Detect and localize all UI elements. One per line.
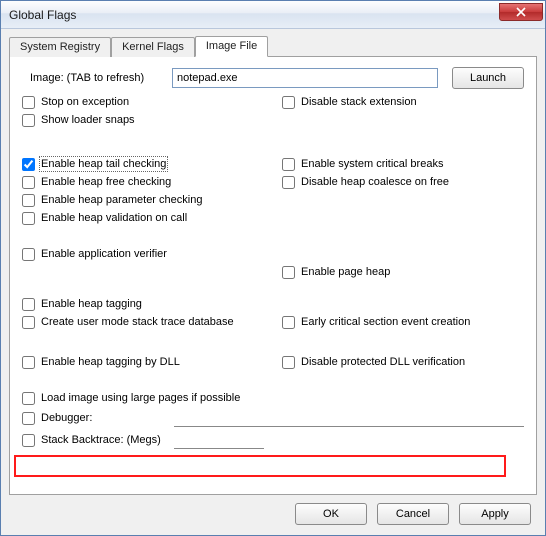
- chk-disable-coalesce[interactable]: Disable heap coalesce on free: [282, 173, 524, 191]
- chk-early-crit[interactable]: Early critical section event creation: [282, 313, 524, 331]
- stack-backtrace-input[interactable]: [174, 431, 264, 449]
- debugger-input[interactable]: [174, 409, 524, 427]
- ok-button[interactable]: OK: [295, 503, 367, 525]
- chk-stack-backtrace[interactable]: Stack Backtrace: (Megs): [22, 431, 174, 449]
- dialog-buttons: OK Cancel Apply: [9, 495, 537, 527]
- tab-strip: System Registry Kernel Flags Image File: [9, 35, 537, 56]
- apply-button[interactable]: Apply: [459, 503, 531, 525]
- chk-heap-tail[interactable]: Enable heap tail checking: [22, 155, 282, 173]
- chk-stop-exception[interactable]: Stop on exception: [22, 93, 282, 111]
- chk-page-heap[interactable]: Enable page heap: [282, 263, 524, 281]
- chk-heap-valid[interactable]: Enable heap validation on call: [22, 209, 282, 227]
- launch-button[interactable]: Launch: [452, 67, 524, 89]
- cancel-button[interactable]: Cancel: [377, 503, 449, 525]
- chk-heap-tag-dll[interactable]: Enable heap tagging by DLL: [22, 353, 282, 371]
- tab-image-file[interactable]: Image File: [195, 36, 268, 57]
- image-label: Image: (TAB to refresh): [22, 72, 172, 84]
- chk-disable-stack-ext[interactable]: Disable stack extension: [282, 93, 524, 111]
- chk-show-loader[interactable]: Show loader snaps: [22, 111, 282, 129]
- chk-user-stack[interactable]: Create user mode stack trace database: [22, 313, 282, 331]
- window-title: Global Flags: [9, 8, 499, 22]
- title-bar: Global Flags: [1, 1, 545, 29]
- chk-heap-free[interactable]: Enable heap free checking: [22, 173, 282, 191]
- chk-sys-crit[interactable]: Enable system critical breaks: [282, 155, 524, 173]
- close-icon: [516, 7, 526, 17]
- close-button[interactable]: [499, 3, 543, 21]
- chk-disable-prot-dll[interactable]: Disable protected DLL verification: [282, 353, 524, 371]
- tab-kernel-flags[interactable]: Kernel Flags: [111, 37, 195, 57]
- chk-app-verifier[interactable]: Enable application verifier: [22, 245, 282, 263]
- chk-heap-param[interactable]: Enable heap parameter checking: [22, 191, 282, 209]
- chk-large-pages[interactable]: Load image using large pages if possible: [22, 389, 524, 407]
- image-input[interactable]: [172, 68, 438, 88]
- tab-page-image-file: Image: (TAB to refresh) Launch Stop on e…: [9, 56, 537, 495]
- client-area: System Registry Kernel Flags Image File …: [1, 29, 545, 535]
- chk-debugger[interactable]: Debugger:: [22, 409, 174, 427]
- tab-system-registry[interactable]: System Registry: [9, 37, 111, 57]
- chk-heap-tag[interactable]: Enable heap tagging: [22, 295, 282, 313]
- debugger-highlight: [14, 455, 506, 477]
